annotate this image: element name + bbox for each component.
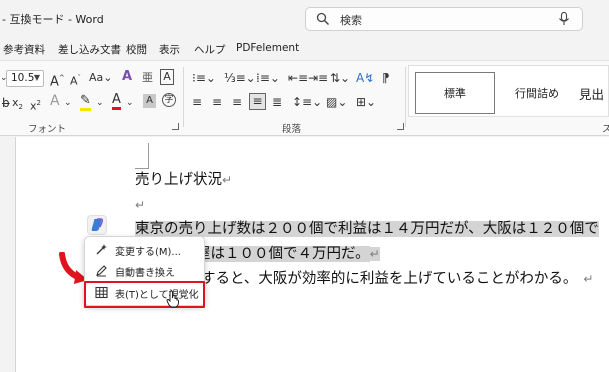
shrink-font-icon[interactable]: Aˇ (70, 71, 81, 89)
search-box[interactable]: 検索 (305, 7, 583, 31)
character-border-icon[interactable]: A (160, 69, 174, 85)
empty-paragraph: ↵ (135, 195, 145, 215)
distributed-icon[interactable]: ≣ (272, 95, 282, 109)
copilot-logo-icon (91, 218, 104, 231)
menu-item-label: 変更する(M)... (115, 247, 181, 258)
superscript-icon[interactable]: x2 (30, 96, 41, 114)
body-text: すると、大阪が効率的に利益を上げていることがわかる。 (201, 271, 578, 287)
document-heading[interactable]: 売り上げ状況↵ (135, 170, 232, 190)
font-color-chevron-icon[interactable]: ⌄ (126, 96, 134, 110)
menu-bar: 参考資料 差し込み文書 校閲 表示 ヘルプ PDFelement (0, 38, 609, 60)
title-bar: - 互換モード - Word 検索 (0, 0, 609, 38)
text-line-3[interactable]: すると、大阪が効率的に利益を上げていることがわかる。 ↵ (201, 269, 593, 289)
hand-cursor-icon (166, 290, 179, 308)
paragraph-mark: ↵ (222, 173, 233, 187)
paragraph-mark: ↵ (369, 247, 380, 261)
align-left-icon[interactable]: ≡ (192, 95, 202, 109)
font-group-label: フォント (28, 124, 67, 135)
align-center-icon[interactable]: ≡ (212, 95, 222, 109)
tab-view[interactable]: 表示 (159, 42, 180, 57)
font-size-select[interactable]: 10.5 ▼ (6, 70, 44, 87)
paragraph-dialog-launcher-icon[interactable] (397, 123, 404, 130)
style-no-spacing[interactable]: 行間詰め (503, 72, 571, 114)
menu-item-label: 自動書き換え (115, 268, 175, 279)
tab-references[interactable]: 参考資料 (3, 42, 45, 57)
bullets-icon[interactable]: ⁝≡⌄ (192, 71, 216, 85)
text-direction-icon[interactable]: A↯ (356, 71, 374, 85)
ribbon-divider (183, 67, 184, 127)
styles-gallery: 標準 行間詰め 見出 (408, 65, 609, 117)
font-dialog-launcher-icon[interactable] (172, 123, 179, 130)
character-shading-icon[interactable]: A (143, 94, 156, 108)
phonetic-guide-icon[interactable]: 亜 (142, 71, 153, 85)
line-spacing-icon[interactable]: ↕≡⌄ (292, 95, 322, 109)
heading-text: 売り上げ状況 (135, 172, 222, 188)
microphone-icon[interactable] (558, 12, 570, 26)
strikethrough-icon[interactable]: b (2, 96, 10, 110)
style-heading[interactable]: 見出 (579, 72, 609, 114)
tab-mailings[interactable]: 差し込み文書 (58, 42, 121, 57)
chevron-down-icon: ▼ (33, 73, 40, 82)
numbering-icon[interactable]: ⅓≡⌄ (224, 71, 256, 85)
justify-icon[interactable]: ≡ (249, 93, 266, 110)
ribbon-divider (405, 67, 406, 127)
window-title: - 互換モード - Word (2, 13, 104, 26)
ribbon: 10.5 ▼ ⌄ A^ Aˇ Aa⌄ A 亜 A b x2 x2 A ⌄ ✎ ⌄… (0, 60, 609, 136)
font-dropdown-chevron-icon[interactable]: ⌄ (0, 71, 8, 85)
highlight-box (84, 281, 205, 308)
sort-icon[interactable]: ⇅⌄ (330, 71, 350, 85)
highlight-icon[interactable]: ✎ (80, 94, 91, 111)
tab-review[interactable]: 校閲 (126, 42, 147, 57)
text-effects-icon[interactable]: A (50, 94, 60, 108)
rewrite-pen-icon (96, 265, 107, 277)
tab-help[interactable]: ヘルプ (194, 42, 226, 57)
selected-text: 東京の売り上げ数は２００個で利益は１４万円だが、大阪は１２０個で (135, 221, 599, 237)
selected-text-line-1[interactable]: 東京の売り上げ数は２００個で利益は１４万円だが、大阪は１２０個で (135, 219, 599, 239)
sparkle-pen-icon (96, 244, 107, 255)
borders-icon[interactable]: ⊞⌄ (356, 95, 376, 109)
font-size-value: 10.5 (11, 72, 35, 84)
show-marks-icon[interactable]: ⁋ (382, 71, 390, 85)
subscript-icon[interactable]: x2 (12, 96, 23, 114)
style-normal[interactable]: 標準 (415, 72, 495, 114)
enclose-characters-icon[interactable]: 字 (162, 93, 176, 107)
highlight-chevron-icon[interactable]: ⌄ (96, 96, 104, 110)
search-input[interactable]: 検索 (340, 12, 362, 28)
increase-indent-icon[interactable]: ⇥≡ (308, 71, 328, 85)
styles-group-label: ス (602, 124, 609, 135)
shading-icon[interactable]: ▨⌄ (326, 95, 347, 109)
clear-format-icon[interactable]: A (122, 70, 132, 84)
multilevel-list-icon[interactable]: ⁞≡⌄ (256, 71, 280, 85)
text-effects-chevron-icon[interactable]: ⌄ (64, 96, 72, 110)
align-right-icon[interactable]: ≡ (232, 95, 242, 109)
tab-pdfelement[interactable]: PDFelement (236, 42, 299, 54)
menu-item-auto-rewrite[interactable]: 自動書き換え (85, 261, 204, 281)
font-color-icon[interactable]: A (112, 93, 121, 110)
margin-marker (135, 143, 149, 169)
paragraph-mark: ↵ (583, 272, 594, 286)
paragraph-group-label: 段落 (282, 124, 302, 135)
change-case-icon[interactable]: Aa⌄ (89, 71, 112, 85)
paragraph-mark: ↵ (135, 198, 146, 212)
copilot-icon[interactable] (87, 215, 107, 235)
decrease-indent-icon[interactable]: ⇤≡ (288, 71, 308, 85)
menu-item-change[interactable]: 変更する(M)... (85, 240, 204, 260)
search-icon (316, 12, 329, 25)
grow-font-icon[interactable]: A^ (50, 71, 65, 89)
